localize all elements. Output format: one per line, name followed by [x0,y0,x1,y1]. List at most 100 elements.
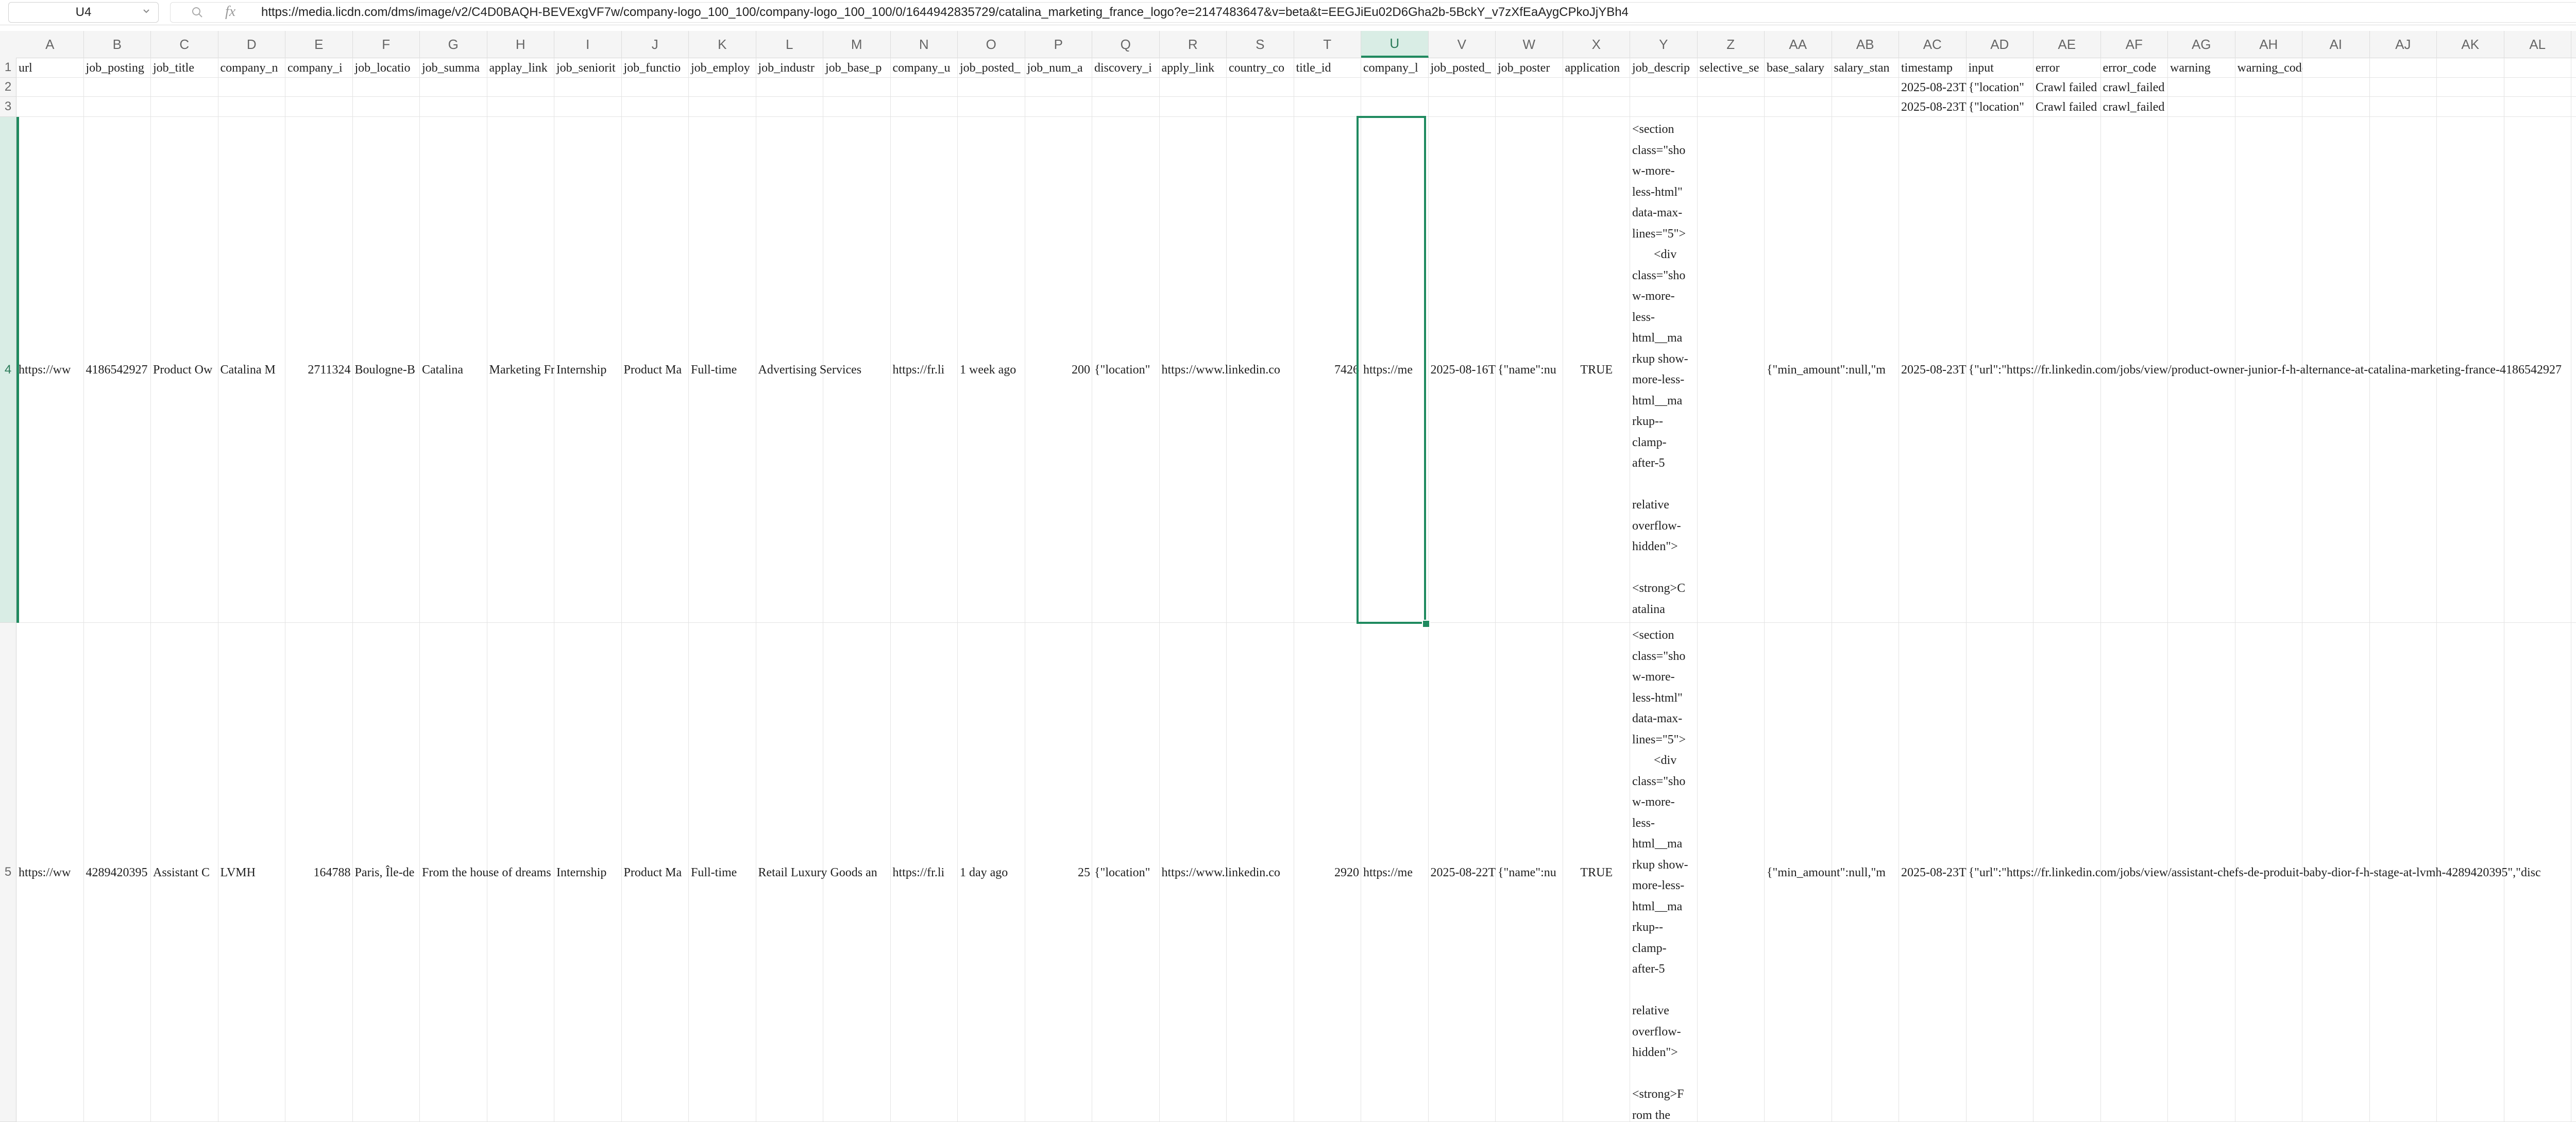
job-posted-time-cell[interactable]: 1 week ago [958,362,1025,378]
column-header[interactable]: C [151,31,218,58]
application-available-cell[interactable]: TRUE [1563,865,1631,880]
column-header[interactable]: W [1496,31,1563,58]
discovery-input-cell[interactable]: {"location" [1092,865,1160,880]
company-id-cell[interactable]: 2711324 [285,362,353,378]
column-header[interactable]: AH [2235,31,2302,58]
column-header[interactable]: O [958,31,1025,58]
formula-input[interactable]: https://media.licdn.com/dms/image/v2/C4D… [261,5,1629,20]
header-cell[interactable]: timestamp [1899,60,1967,76]
row-header[interactable]: 2 [0,78,16,97]
header-cell[interactable]: warning_code [2235,60,2303,76]
header-cell[interactable]: job_locatio [353,60,420,76]
column-header[interactable]: AE [2033,31,2101,58]
company-url-cell[interactable]: https://fr.li [891,362,958,378]
header-cell[interactable]: country_co [1227,60,1294,76]
header-cell[interactable]: job_functio [622,60,689,76]
column-header[interactable]: K [689,31,756,58]
column-header[interactable]: L [756,31,823,58]
error-code-cell[interactable]: crawl_failed [2101,80,2168,95]
header-cell[interactable]: base_salary [1765,60,1832,76]
header-cell[interactable]: application [1563,60,1631,76]
application-available-cell[interactable]: TRUE [1563,362,1631,378]
company-logo-cell[interactable]: https://me [1361,865,1429,880]
company-name-cell[interactable]: LVMH [218,865,286,880]
row-header[interactable]: 3 [0,97,16,117]
job-industry-cell[interactable]: Advertising Services [756,362,891,378]
apply-link-url-cell[interactable]: https://www.linkedin.co [1160,362,1294,378]
header-cell[interactable]: title_id [1294,60,1362,76]
job-description-cell[interactable]: <section class="sho w-more- less-html" d… [1630,119,1698,621]
column-header[interactable]: M [823,31,891,58]
company-id-cell[interactable]: 164788 [285,865,353,880]
apply-link-cell[interactable]: Marketing Fra [487,362,555,378]
column-header[interactable]: X [1563,31,1630,58]
column-header[interactable]: AM [2571,31,2576,58]
row-header[interactable]: 5 [0,623,16,1122]
column-header[interactable]: E [285,31,353,58]
job-industry-cell[interactable]: Retail Luxury Goods an [756,865,891,880]
column-header[interactable]: F [353,31,420,58]
header-cell[interactable]: applay_link [487,60,555,76]
header-cell[interactable]: job_posting [84,60,151,76]
header-cell[interactable]: warning [2168,60,2235,76]
header-cell[interactable]: discovery_i [1092,60,1160,76]
header-cell[interactable]: job_posted_ [1429,60,1496,76]
header-cell[interactable]: job_poster [1496,60,1563,76]
job-seniority-cell[interactable]: Internship [554,362,622,378]
column-header[interactable]: T [1294,31,1361,58]
column-header[interactable]: AK [2437,31,2504,58]
job-employment-cell[interactable]: Full-time [689,865,756,880]
column-header[interactable]: N [891,31,958,58]
input-cell[interactable]: {"location" [1967,80,2034,95]
job-poster-cell[interactable]: {"name":nu [1496,362,1563,378]
zoom-icon[interactable] [191,6,204,19]
url-cell[interactable]: https://ww [16,865,84,880]
title-id-cell[interactable]: 2920 [1294,865,1362,880]
job-location-cell[interactable]: Paris, Île-de [353,865,420,880]
url-cell[interactable]: https://ww [16,362,84,378]
header-cell[interactable]: job_num_a [1025,60,1093,76]
header-cell[interactable]: job_base_p [823,60,891,76]
error-code-cell[interactable]: crawl_failed [2101,99,2168,115]
chevron-down-icon[interactable] [141,5,152,16]
column-header[interactable]: AF [2101,31,2168,58]
timestamp-cell[interactable]: 2025-08-23T [1899,865,1967,880]
column-header[interactable]: Y [1630,31,1698,58]
column-header[interactable]: AG [2168,31,2235,58]
header-cell[interactable]: error [2033,60,2101,76]
company-name-cell[interactable]: Catalina M [218,362,286,378]
header-cell[interactable]: error_code [2101,60,2168,76]
header-cell[interactable]: job_employ [689,60,756,76]
column-header[interactable]: U [1361,31,1429,58]
job-function-cell[interactable]: Product Ma [622,362,689,378]
row-header[interactable]: 1 [0,58,16,78]
column-header[interactable]: AI [2302,31,2370,58]
column-header[interactable]: AD [1967,31,2033,58]
column-header[interactable]: R [1160,31,1227,58]
job-seniority-cell[interactable]: Internship [554,865,622,880]
name-box[interactable]: U4 [8,2,159,23]
job-poster-cell[interactable]: {"name":nu [1496,865,1563,880]
column-header[interactable]: AA [1765,31,1832,58]
row-header[interactable]: 4 [0,117,16,623]
selected-cell-border[interactable] [1357,116,1426,624]
column-header[interactable]: I [554,31,622,58]
header-cell[interactable]: company_n [218,60,286,76]
header-cell[interactable]: job_title [151,60,218,76]
header-cell[interactable]: apply_link [1160,60,1227,76]
column-header[interactable]: AC [1899,31,1967,58]
column-header[interactable]: A [16,31,84,58]
input-cell[interactable]: {"location" [1967,99,2034,115]
header-cell[interactable]: url [16,60,84,76]
header-cell[interactable]: selective_se [1698,60,1765,76]
job-employment-cell[interactable]: Full-time [689,362,756,378]
job-title-cell[interactable]: Assistant C [151,865,218,880]
header-cell[interactable]: company_l [1361,60,1429,76]
job-posting-cell[interactable]: 4289420395 [84,865,151,880]
header-cell[interactable]: company_u [891,60,958,76]
header-cell[interactable]: job_posted_ [958,60,1025,76]
timestamp-cell[interactable]: 2025-08-23T [1899,80,1967,95]
column-header[interactable]: H [487,31,554,58]
column-header[interactable]: S [1227,31,1294,58]
column-header[interactable]: V [1429,31,1496,58]
